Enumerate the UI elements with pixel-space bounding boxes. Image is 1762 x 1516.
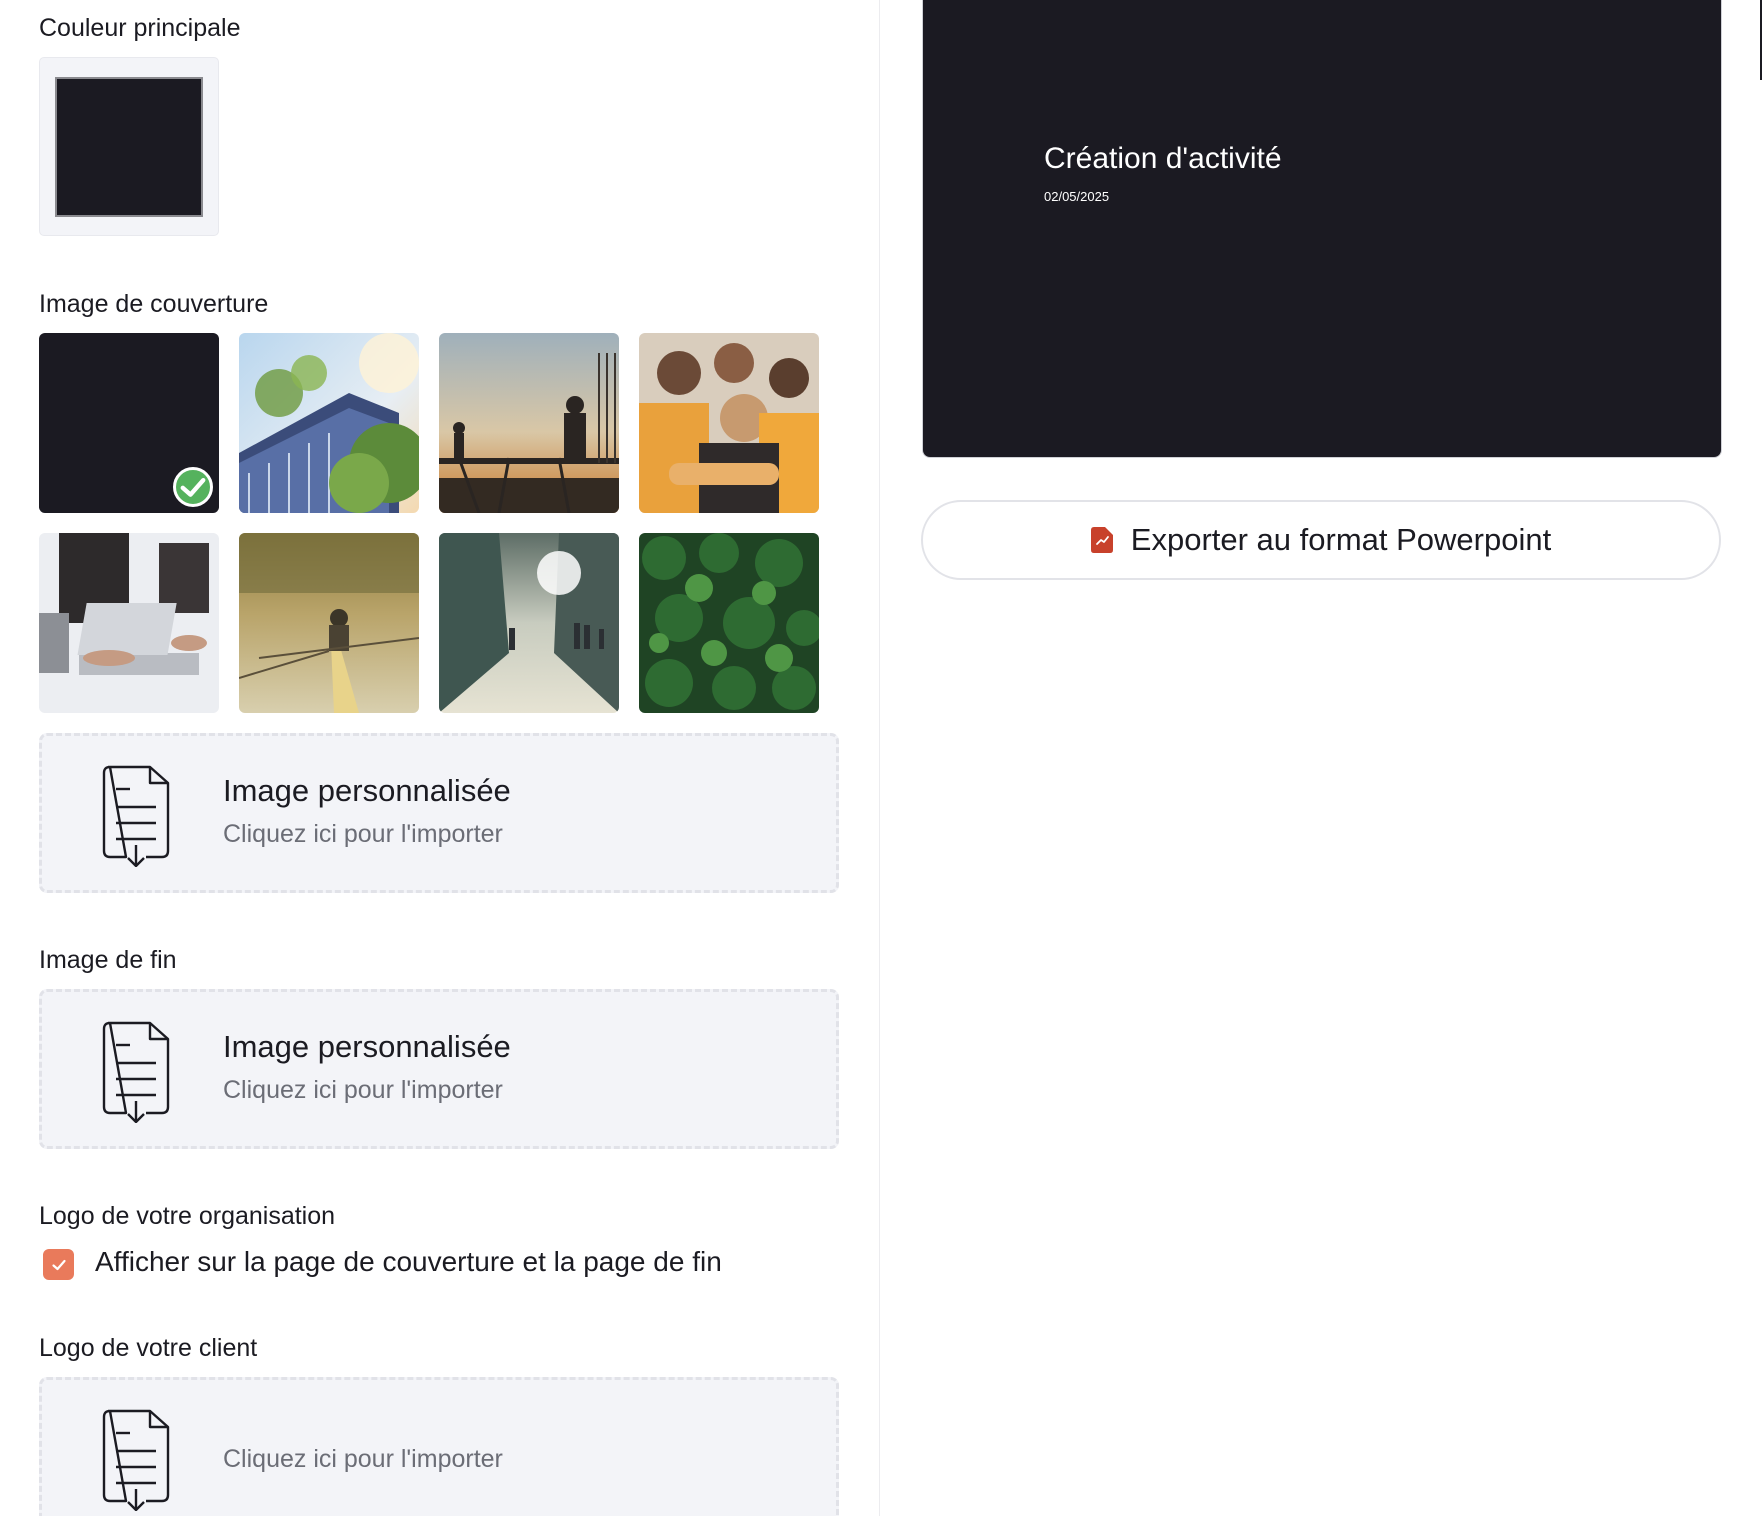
main-color-swatch[interactable] bbox=[55, 77, 203, 217]
cover-option-construction-photo[interactable] bbox=[439, 333, 619, 513]
cover-option-team-photo[interactable] bbox=[639, 333, 819, 513]
checkmark-icon bbox=[51, 1259, 66, 1270]
end-custom-image-dropzone[interactable]: Image personnalisée Cliquez ici pour l'i… bbox=[39, 989, 839, 1149]
preview-panel: Création d'activité 02/05/2025 Exporter … bbox=[881, 0, 1762, 1516]
selected-check-icon bbox=[173, 467, 213, 507]
street-photo-image bbox=[439, 533, 619, 713]
client-logo-subtitle: Cliquez ici pour l'importer bbox=[223, 1445, 503, 1473]
export-powerpoint-button[interactable]: Exporter au format Powerpoint bbox=[921, 500, 1721, 580]
building-photo-image bbox=[239, 333, 419, 513]
preview-date: 02/05/2025 bbox=[1044, 189, 1110, 204]
export-button-label: Exporter au format Powerpoint bbox=[1130, 522, 1552, 557]
org-logo-show-checkbox[interactable] bbox=[43, 1249, 74, 1280]
cover-custom-title: Image personnalisée bbox=[223, 773, 511, 808]
org-logo-checkbox-label[interactable]: Afficher sur la page de couverture et la… bbox=[95, 1246, 722, 1278]
cover-image-label: Image de couverture bbox=[39, 290, 269, 318]
cover-option-solid-dark[interactable] bbox=[39, 333, 219, 513]
cover-option-building-photo[interactable] bbox=[239, 333, 419, 513]
settings-panel: Couleur principale Image de couverture I… bbox=[0, 0, 880, 1516]
org-logo-label: Logo de votre organisation bbox=[39, 1202, 336, 1230]
file-download-icon bbox=[102, 1409, 170, 1511]
end-custom-subtitle: Cliquez ici pour l'importer bbox=[223, 1076, 503, 1104]
end-image-label: Image de fin bbox=[39, 946, 177, 974]
forest-photo-image bbox=[639, 533, 819, 713]
client-logo-label: Logo de votre client bbox=[39, 1334, 258, 1362]
laptop-photo-image bbox=[39, 533, 219, 713]
cover-option-laptop-photo[interactable] bbox=[39, 533, 219, 713]
client-logo-dropzone[interactable]: Cliquez ici pour l'importer bbox=[39, 1377, 839, 1516]
end-custom-title: Image personnalisée bbox=[223, 1029, 511, 1064]
file-download-icon bbox=[102, 1021, 170, 1123]
slide-preview: Création d'activité 02/05/2025 bbox=[922, 0, 1722, 458]
rowing-photo-image bbox=[239, 533, 419, 713]
construction-photo-image bbox=[439, 333, 619, 513]
preview-title: Création d'activité bbox=[1044, 142, 1282, 175]
file-download-icon bbox=[102, 765, 170, 867]
cover-option-rowing-photo[interactable] bbox=[239, 533, 419, 713]
cover-option-street-photo[interactable] bbox=[439, 533, 619, 713]
cover-option-forest-photo[interactable] bbox=[639, 533, 819, 713]
main-color-label: Couleur principale bbox=[39, 14, 241, 42]
cover-custom-image-dropzone[interactable]: Image personnalisée Cliquez ici pour l'i… bbox=[39, 733, 839, 893]
powerpoint-file-icon bbox=[1090, 527, 1113, 553]
cover-custom-subtitle: Cliquez ici pour l'importer bbox=[223, 820, 503, 848]
team-photo-image bbox=[639, 333, 819, 513]
